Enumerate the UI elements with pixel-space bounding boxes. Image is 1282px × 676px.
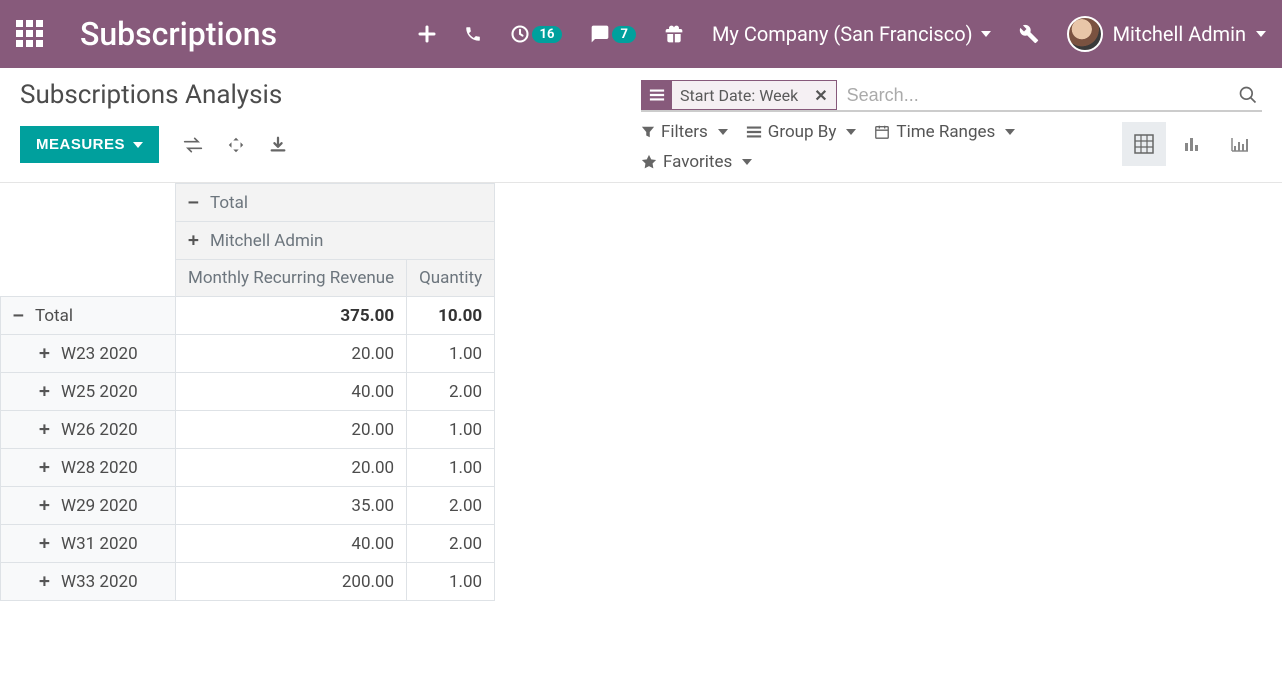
favorites-label: Favorites (663, 152, 732, 172)
groupby-label: Group By (768, 122, 837, 142)
apps-icon[interactable] (16, 20, 44, 48)
expand-icon[interactable]: + (39, 457, 53, 478)
cell-total-mrr: 375.00 (176, 297, 407, 335)
new-icon[interactable] (418, 25, 436, 43)
top-navbar: Subscriptions 16 7 My Company (San Franc… (0, 0, 1282, 68)
chevron-down-icon (133, 142, 143, 148)
cell-mrr: 20.00 (176, 411, 407, 449)
pivot-view-button[interactable] (1122, 122, 1166, 166)
chevron-down-icon (742, 159, 752, 165)
row-header-total[interactable]: −Total (1, 297, 176, 335)
row-header[interactable]: +W25 2020 (1, 373, 176, 411)
filters-label: Filters (661, 122, 708, 142)
table-row: +W29 202035.002.00 (1, 487, 495, 525)
table-row: +W26 202020.001.00 (1, 411, 495, 449)
table-row: +W25 202040.002.00 (1, 373, 495, 411)
expand-icon[interactable]: + (188, 230, 202, 251)
pivot-table-container: −Total +Mitchell Admin Monthly Recurring… (0, 183, 1282, 601)
expand-icon[interactable]: + (39, 533, 53, 554)
row-header[interactable]: +W33 2020 (1, 563, 176, 601)
pivot-corner (1, 184, 176, 297)
search-input[interactable] (837, 81, 1234, 110)
pivot-table: −Total +Mitchell Admin Monthly Recurring… (0, 183, 495, 601)
search-facet: Start Date: Week ✕ (641, 80, 837, 110)
timeranges-button[interactable]: Time Ranges (874, 122, 1015, 142)
measure-header-qty[interactable]: Quantity (407, 260, 495, 297)
cell-mrr: 200.00 (176, 563, 407, 601)
line-chart-view-button[interactable] (1218, 122, 1262, 166)
cell-qty: 2.00 (407, 373, 495, 411)
facet-remove-icon[interactable]: ✕ (806, 86, 835, 105)
table-row: +W33 2020200.001.00 (1, 563, 495, 601)
cell-qty: 1.00 (407, 411, 495, 449)
expand-icon[interactable]: + (39, 381, 53, 402)
table-row: +W23 202020.001.00 (1, 335, 495, 373)
debug-icon[interactable] (1019, 24, 1039, 44)
filters-button[interactable]: Filters (641, 122, 728, 142)
favorites-button[interactable]: Favorites (641, 152, 1015, 172)
cell-mrr: 20.00 (176, 335, 407, 373)
app-brand[interactable]: Subscriptions (80, 15, 277, 53)
cell-mrr: 40.00 (176, 525, 407, 563)
control-panel: Subscriptions Analysis MEASURES Sta (0, 68, 1282, 183)
expand-all-icon[interactable] (227, 136, 245, 154)
facet-label: Start Date: Week (672, 86, 806, 105)
col-header-group[interactable]: +Mitchell Admin (176, 222, 495, 260)
gift-icon[interactable] (664, 24, 684, 44)
row-header[interactable]: +W26 2020 (1, 411, 176, 449)
chevron-down-icon (718, 129, 728, 135)
cell-qty: 2.00 (407, 525, 495, 563)
activities-badge: 16 (532, 26, 563, 43)
col-header-total[interactable]: −Total (176, 184, 495, 222)
measures-label: MEASURES (36, 136, 125, 153)
cell-qty: 1.00 (407, 335, 495, 373)
avatar (1067, 16, 1103, 52)
cell-qty: 1.00 (407, 449, 495, 487)
search-bar: Start Date: Week ✕ (641, 80, 1262, 112)
bar-chart-view-button[interactable] (1170, 122, 1214, 166)
company-name: My Company (San Francisco) (712, 22, 973, 46)
chevron-down-icon (981, 31, 991, 37)
download-icon[interactable] (269, 136, 287, 154)
table-row: +W28 202020.001.00 (1, 449, 495, 487)
activities-icon[interactable]: 16 (510, 24, 563, 44)
search-icon[interactable] (1234, 85, 1262, 105)
user-menu[interactable]: Mitchell Admin (1067, 16, 1266, 52)
phone-icon[interactable] (464, 25, 482, 43)
page-title: Subscriptions Analysis (20, 80, 641, 110)
groupby-button[interactable]: Group By (746, 122, 857, 142)
chevron-down-icon (1256, 31, 1266, 37)
messages-badge: 7 (612, 26, 635, 43)
timeranges-label: Time Ranges (896, 122, 995, 142)
chevron-down-icon (846, 129, 856, 135)
measures-button[interactable]: MEASURES (20, 126, 159, 163)
chevron-down-icon (1005, 129, 1015, 135)
expand-icon[interactable]: + (39, 343, 53, 364)
user-name: Mitchell Admin (1113, 22, 1246, 46)
groupby-facet-icon (642, 81, 672, 109)
expand-icon[interactable]: + (39, 571, 53, 592)
row-header[interactable]: +W23 2020 (1, 335, 176, 373)
cell-total-qty: 10.00 (407, 297, 495, 335)
cell-mrr: 35.00 (176, 487, 407, 525)
expand-icon[interactable]: + (39, 495, 53, 516)
expand-icon[interactable]: + (39, 419, 53, 440)
messages-icon[interactable]: 7 (590, 24, 635, 44)
table-row-total: −Total 375.00 10.00 (1, 297, 495, 335)
row-header[interactable]: +W28 2020 (1, 449, 176, 487)
cell-mrr: 40.00 (176, 373, 407, 411)
measure-header-mrr[interactable]: Monthly Recurring Revenue (176, 260, 407, 297)
cell-qty: 1.00 (407, 563, 495, 601)
row-header[interactable]: +W31 2020 (1, 525, 176, 563)
flip-axis-icon[interactable] (183, 136, 203, 154)
cell-mrr: 20.00 (176, 449, 407, 487)
company-selector[interactable]: My Company (San Francisco) (712, 22, 991, 46)
collapse-icon[interactable]: − (13, 305, 27, 326)
row-header[interactable]: +W29 2020 (1, 487, 176, 525)
table-row: +W31 202040.002.00 (1, 525, 495, 563)
collapse-icon[interactable]: − (188, 192, 202, 213)
cell-qty: 2.00 (407, 487, 495, 525)
